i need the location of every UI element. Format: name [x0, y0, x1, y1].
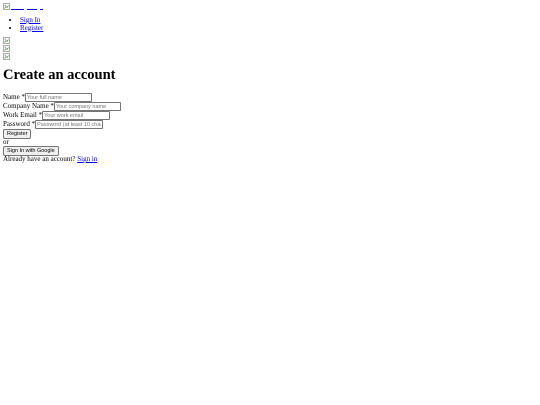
name-label: Name *: [3, 93, 25, 101]
google-row: Sign In with Google: [3, 146, 537, 156]
logo-underline: [27, 9, 37, 10]
header-nav: Sign In Register: [3, 16, 537, 33]
signin-prompt: Already have an account? Sign in: [3, 155, 537, 164]
or-separator: or: [3, 138, 9, 146]
name-row: Name *: [3, 93, 537, 102]
logo-underline: [40, 9, 43, 10]
nav-item-sign-in: Sign In: [20, 16, 537, 25]
name-input[interactable]: [24, 93, 92, 102]
broken-image-icon: [3, 45, 10, 52]
password-label: Password *: [3, 120, 36, 128]
email-label: Work Email *: [3, 111, 43, 119]
register-button-row: Register: [3, 129, 537, 139]
email-row: Work Email *: [3, 111, 537, 120]
password-input[interactable]: [35, 120, 104, 129]
nav-item-register: Register: [20, 24, 537, 33]
already-account-text: Already have an account?: [3, 155, 76, 163]
page: Sign In Register: [3, 3, 537, 164]
email-input[interactable]: [42, 111, 111, 120]
broken-image-icon: [3, 3, 10, 10]
register-form: Name * Company Name * Work Email * Passw…: [3, 93, 537, 139]
logo-underline: [11, 9, 24, 10]
broken-image-icon: [3, 37, 10, 44]
company-row: Company Name *: [3, 102, 537, 111]
signin-link[interactable]: Sign in: [77, 155, 97, 163]
company-label: Company Name *: [3, 102, 54, 110]
page-title: Create an account: [3, 67, 116, 83]
nav-link-register[interactable]: Register: [20, 24, 43, 32]
password-row: Password *: [3, 120, 537, 129]
logo-link[interactable]: [3, 3, 43, 12]
broken-image-icon: [3, 53, 10, 60]
company-input[interactable]: [53, 102, 121, 111]
image-stack: [3, 37, 537, 61]
